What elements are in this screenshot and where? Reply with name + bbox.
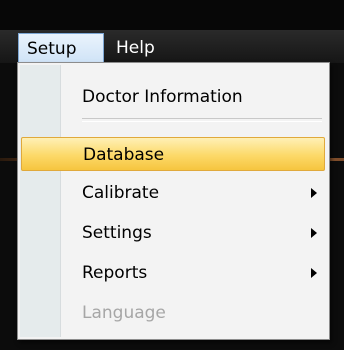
menu-item-label: Language [82,303,166,323]
menu-item-database[interactable]: Database [21,137,325,171]
submenu-arrow-icon [311,228,317,238]
menu-bar: Setup Help [0,30,344,63]
setup-dropdown-menu: Doctor Information Database Calibrate Se… [17,62,330,340]
menu-setup[interactable]: Setup [18,33,104,63]
menu-item-label: Reports [82,263,148,283]
menu-item-label: Doctor Information [82,87,243,107]
menu-item-calibrate[interactable]: Calibrate [62,176,325,210]
menu-item-language: Language [62,296,325,330]
menu-item-settings[interactable]: Settings [62,216,325,250]
window-top-bar [0,0,344,30]
menu-item-label: Database [83,145,165,165]
menu-item-doctor-information[interactable]: Doctor Information [62,80,325,114]
submenu-arrow-icon [311,188,317,198]
menu-separator [82,118,322,122]
menu-item-label: Settings [82,223,152,243]
menu-item-reports[interactable]: Reports [62,256,325,290]
menu-help[interactable]: Help [108,33,163,63]
menu-icon-gutter [20,65,61,337]
menu-item-label: Calibrate [82,183,160,203]
submenu-arrow-icon [311,268,317,278]
